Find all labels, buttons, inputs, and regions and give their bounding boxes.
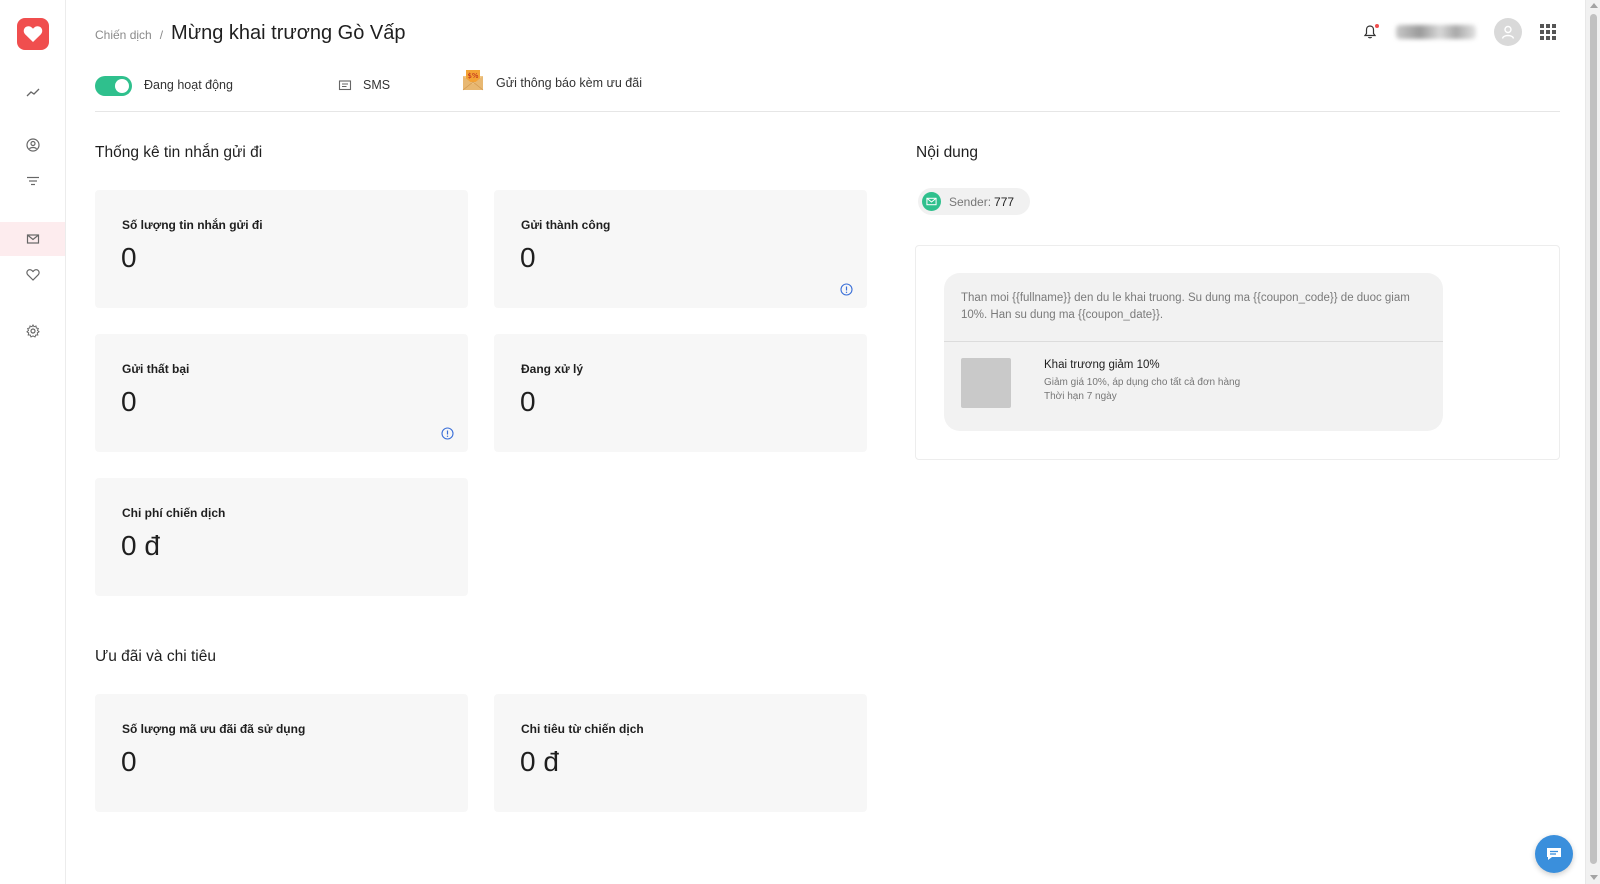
sender-pill: Sender: 777 bbox=[918, 188, 1031, 215]
campaign-type-label: Gửi thông báo kèm ưu đãi bbox=[496, 76, 642, 90]
sidebar-item-customers[interactable] bbox=[0, 128, 65, 162]
sender-label: Sender: bbox=[949, 194, 992, 209]
message-text: Than moi {{fullname}} den du le khai tru… bbox=[961, 292, 1410, 321]
chat-bubble-icon bbox=[1547, 848, 1561, 860]
notification-bell-icon[interactable] bbox=[1362, 24, 1379, 40]
info-icon[interactable] bbox=[840, 283, 853, 296]
breadcrumb-parent-link[interactable]: Chiến dịch bbox=[95, 28, 152, 42]
coupon-image-placeholder bbox=[961, 358, 1011, 408]
stat-card-value: 0 bbox=[121, 746, 137, 777]
chat-support-button[interactable] bbox=[1535, 835, 1573, 873]
campaign-status-bar: Đang hoạt động SMS $% Gửi thông báo kèm … bbox=[95, 66, 1560, 112]
stat-card-label: Gửi thành công bbox=[521, 218, 611, 232]
stat-card-cost: Chi phí chiến dịch 0 đ bbox=[95, 478, 468, 596]
scroll-up-arrow-icon[interactable] bbox=[1590, 3, 1598, 8]
notification-dot bbox=[1375, 24, 1379, 28]
avatar[interactable] bbox=[1494, 18, 1522, 46]
sidebar bbox=[0, 0, 66, 884]
sidebar-item-dashboard[interactable] bbox=[0, 76, 65, 110]
mail-icon bbox=[26, 234, 39, 244]
stat-card-value: 0 đ bbox=[520, 746, 559, 777]
content-section-title: Nội dung bbox=[916, 144, 979, 161]
app-logo[interactable] bbox=[17, 18, 49, 50]
mail-icon bbox=[922, 192, 941, 211]
message-preview-box: Than moi {{fullname}} den du le khai tru… bbox=[915, 245, 1560, 460]
stat-card-label: Gửi thất bại bbox=[122, 362, 190, 376]
stat-card-value: 0 đ bbox=[121, 530, 160, 561]
sidebar-item-loyalty[interactable] bbox=[0, 258, 65, 292]
campaign-status-label: Đang hoạt động bbox=[144, 78, 233, 92]
stat-card-success: Gửi thành công 0 bbox=[494, 190, 867, 308]
message-icon bbox=[338, 80, 352, 91]
stat-card-label: Đang xử lý bbox=[521, 362, 584, 376]
header-actions bbox=[1362, 18, 1556, 46]
spend-section-title: Ưu đãi và chi tiêu bbox=[95, 648, 216, 665]
divider bbox=[944, 341, 1443, 342]
campaign-active-toggle[interactable] bbox=[95, 76, 132, 96]
scrollbar-thumb[interactable] bbox=[1590, 14, 1597, 864]
stats-section-title: Thống kê tin nhắn gửi đi bbox=[95, 144, 263, 161]
info-icon[interactable] bbox=[441, 427, 454, 440]
stat-card-label: Số lượng mã ưu đãi đã sử dụng bbox=[122, 722, 306, 736]
stat-card-processing: Đang xử lý 0 bbox=[494, 334, 867, 452]
scroll-down-arrow-icon[interactable] bbox=[1590, 875, 1598, 880]
channel-label: SMS bbox=[363, 78, 391, 92]
user-name-blurred[interactable] bbox=[1396, 25, 1476, 39]
stat-card-label: Chi phí chiến dịch bbox=[122, 506, 226, 520]
stat-card-value: 0 bbox=[520, 242, 536, 273]
heart-outline-icon bbox=[25, 269, 40, 281]
coupon-expiry: Thời hạn 7 ngày bbox=[1044, 391, 1117, 402]
stat-card-value: 0 bbox=[520, 386, 536, 417]
page-title: Mừng khai trương Gò Vấp bbox=[171, 22, 406, 44]
stat-card-value: 0 bbox=[121, 242, 137, 273]
filter-icon bbox=[26, 176, 39, 186]
sidebar-item-segments[interactable] bbox=[0, 164, 65, 198]
sidebar-item-settings[interactable] bbox=[0, 314, 65, 348]
apps-grid-icon[interactable] bbox=[1540, 24, 1556, 40]
coupon-description: Giảm giá 10%, áp dụng cho tất cả đơn hàn… bbox=[1044, 377, 1241, 388]
stat-card-coupons-used: Số lượng mã ưu đãi đã sử dụng 0 bbox=[95, 694, 468, 812]
stat-card-failed: Gửi thất bại 0 bbox=[95, 334, 468, 452]
sender-value: 777 bbox=[994, 194, 1015, 209]
page-scrollbar[interactable] bbox=[1585, 0, 1600, 884]
sidebar-item-campaigns[interactable] bbox=[0, 222, 65, 256]
heart-icon bbox=[23, 26, 43, 42]
breadcrumb: Chiến dịch / Mừng khai trương Gò Vấp bbox=[95, 22, 406, 45]
user-circle-icon bbox=[25, 138, 40, 152]
stat-card-campaign-spend: Chi tiêu từ chiến dịch 0 đ bbox=[494, 694, 867, 812]
user-icon bbox=[1501, 25, 1515, 39]
stat-card-label: Chi tiêu từ chiến dịch bbox=[521, 722, 644, 736]
promo-envelope-icon: $% bbox=[462, 70, 484, 91]
trend-chart-icon bbox=[26, 88, 39, 97]
breadcrumb-separator: / bbox=[159, 28, 164, 42]
stat-card-label: Số lượng tin nhắn gửi đi bbox=[122, 218, 263, 232]
stat-card-sent: Số lượng tin nhắn gửi đi 0 bbox=[95, 190, 468, 308]
stat-card-value: 0 bbox=[121, 386, 137, 417]
coupon-title: Khai trương giảm 10% bbox=[1044, 359, 1160, 371]
svg-text:$%: $% bbox=[467, 72, 478, 80]
message-bubble: Than moi {{fullname}} den du le khai tru… bbox=[944, 273, 1443, 431]
gear-icon bbox=[25, 324, 40, 338]
